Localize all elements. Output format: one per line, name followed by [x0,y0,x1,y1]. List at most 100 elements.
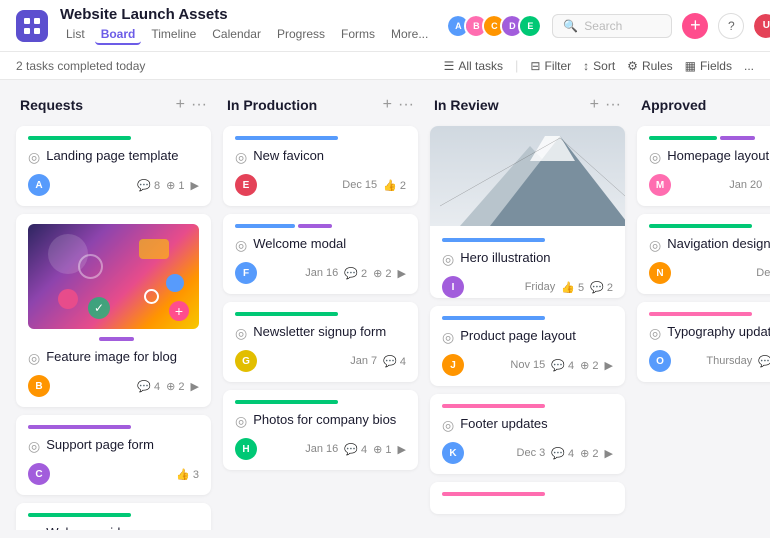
check-icon: ◎ [235,325,247,342]
tab-board[interactable]: Board [95,25,142,45]
dual-bar [235,224,406,228]
card-title: ◎ Landing page template [28,148,199,166]
card-meta: H Jan 16 💬 4 ⊕ 1 ▶ [235,438,406,460]
project-title: Website Launch Assets [60,6,434,23]
help-button[interactable]: ? [718,13,744,39]
card-title: ◎ Welcome video [28,525,199,530]
add-card-requests[interactable]: + [176,96,185,114]
card-landing-page-template[interactable]: ◎ Landing page template A 💬 8 ⊕ 1 ▶ [16,126,211,206]
tab-more[interactable]: More... [385,25,434,45]
sub-header: 2 tasks completed today ☰ All tasks | ⊟ … [0,52,770,80]
more-in-production[interactable]: ··· [398,96,414,114]
card-product-page-layout[interactable]: ◎ Product page layout J Nov 15 💬 4 ⊕ 2 ▶ [430,306,625,386]
avatar: J [442,354,464,376]
card-meta: K Dec 3 💬 4 ⊕ 2 ▶ [442,442,613,464]
column-actions-requests: + ··· [176,96,207,114]
search-box[interactable]: 🔍 Search [552,14,672,38]
date: Dec 3 [517,447,546,459]
date: Thursday [706,355,752,367]
add-button[interactable]: + [682,13,708,39]
card-content: ◎ Hero illustration I Friday 👍 5 💬 2 [430,226,625,298]
card-welcome-video[interactable]: ◎ Welcome video [16,503,211,530]
fields-icon: ▦ [685,59,696,73]
check-icon: ◎ [235,413,247,430]
card-title: ◎ Newsletter signup form [235,324,406,342]
card-meta: G Jan 7 💬 4 [235,350,406,372]
card-stats: 💬 4 ⊕ 2 ▶ [137,380,199,393]
all-tasks-button[interactable]: ☰ All tasks [444,59,503,73]
card-title: ◎ Feature image for blog [28,349,199,367]
card-partial-pink[interactable] [430,482,625,514]
column-title-in-production: In Production [227,97,317,113]
card-tag [442,492,545,496]
sort-button[interactable]: ↕ Sort [583,59,615,73]
date: Jan 16 [305,267,338,279]
card-newsletter-signup[interactable]: ◎ Newsletter signup form G Jan 7 💬 4 [223,302,418,382]
card-stats: Thursday 💬 4 ⊕ 1 ▶ [706,355,770,368]
card-title: ◎ Navigation design [649,236,770,254]
column-actions-in-review: + ··· [590,96,621,114]
stat-comment: 💬 8 [137,179,160,192]
card-support-page-form[interactable]: ◎ Support page form C 👍 3 [16,415,211,495]
stat-comment: 💬 2 [344,267,367,280]
stat-comment: 💬 4 [344,443,367,456]
card-stats: Jan 16 💬 2 ⊕ 2 ▶ [305,267,406,280]
card-meta: E Dec 15 👍 2 [235,174,406,196]
date: Jan 20 [729,179,762,191]
fields-button[interactable]: ▦ Fields [685,59,732,73]
check-icon: ◎ [649,149,661,166]
card-welcome-modal[interactable]: ◎ Welcome modal F Jan 16 💬 2 ⊕ 2 ▶ [223,214,418,294]
avatar: K [442,442,464,464]
add-card-in-production[interactable]: + [383,96,392,114]
card-photos-company-bios[interactable]: ◎ Photos for company bios H Jan 16 💬 4 ⊕… [223,390,418,470]
card-tag [28,513,131,517]
card-meta: M Jan 20 👍 2 💬 4 [649,174,770,196]
filter-icon: ⊟ [530,59,540,73]
card-tag [442,404,545,408]
more-options-button[interactable]: ... [744,59,754,73]
stat-comment: 💬 4 [137,380,160,393]
card-tag [649,312,752,316]
date: Nov 15 [510,359,545,371]
add-card-in-review[interactable]: + [590,96,599,114]
card-image-preview: ✓ + [28,224,199,329]
stat-comment: 💬 2 [590,281,613,294]
card-hero-illustration[interactable]: ◎ Hero illustration I Friday 👍 5 💬 2 [430,126,625,298]
avatar: G [235,350,257,372]
check-icon: ◎ [28,149,40,166]
more-requests[interactable]: ··· [191,96,207,114]
search-placeholder: Search [584,19,622,33]
filter-button[interactable]: ⊟ Filter [530,59,571,73]
rules-icon: ⚙ [627,59,638,73]
tab-calendar[interactable]: Calendar [206,25,267,45]
more-in-review[interactable]: ··· [605,96,621,114]
tab-progress[interactable]: Progress [271,25,331,45]
tasks-status: 2 tasks completed today [16,59,145,73]
card-navigation-design[interactable]: ◎ Navigation design N Dec 10 👍 3 [637,214,770,294]
card-title: ◎ Homepage layout [649,148,770,166]
card-footer-updates[interactable]: ◎ Footer updates K Dec 3 💬 4 ⊕ 2 ▶ [430,394,625,474]
column-title-in-review: In Review [434,97,499,113]
card-typography-updates[interactable]: ◎ Typography updates O Thursday 💬 4 ⊕ 1 … [637,302,770,382]
user-avatars: A B C D E [446,14,542,38]
card-title: ◎ New favicon [235,148,406,166]
card-new-favicon[interactable]: ◎ New favicon E Dec 15 👍 2 [223,126,418,206]
tab-list[interactable]: List [60,25,91,45]
card-homepage-layout[interactable]: ◎ Homepage layout M Jan 20 👍 2 💬 4 [637,126,770,206]
tab-forms[interactable]: Forms [335,25,381,45]
check-icon: ◎ [28,350,40,367]
card-stats: Jan 20 👍 2 💬 4 [729,179,770,192]
card-title: ◎ Hero illustration [442,250,613,268]
tab-timeline[interactable]: Timeline [145,25,202,45]
card-meta: J Nov 15 💬 4 ⊕ 2 ▶ [442,354,613,376]
date: Dec 15 [342,179,377,191]
check-icon: ◎ [28,526,40,530]
card-stats: Dec 3 💬 4 ⊕ 2 ▶ [517,447,613,460]
stat-like: 👍 5 [561,281,584,294]
avatar: E [235,174,257,196]
date: Friday [525,281,556,293]
stat-subtask: ⊕ 2 [580,359,598,372]
card-feature-image[interactable]: ✓ + ◎ Feature image for blog B 💬 4 ⊕ 2 ▶ [16,214,211,407]
mountain-image [430,126,625,226]
rules-button[interactable]: ⚙ Rules [627,59,672,73]
